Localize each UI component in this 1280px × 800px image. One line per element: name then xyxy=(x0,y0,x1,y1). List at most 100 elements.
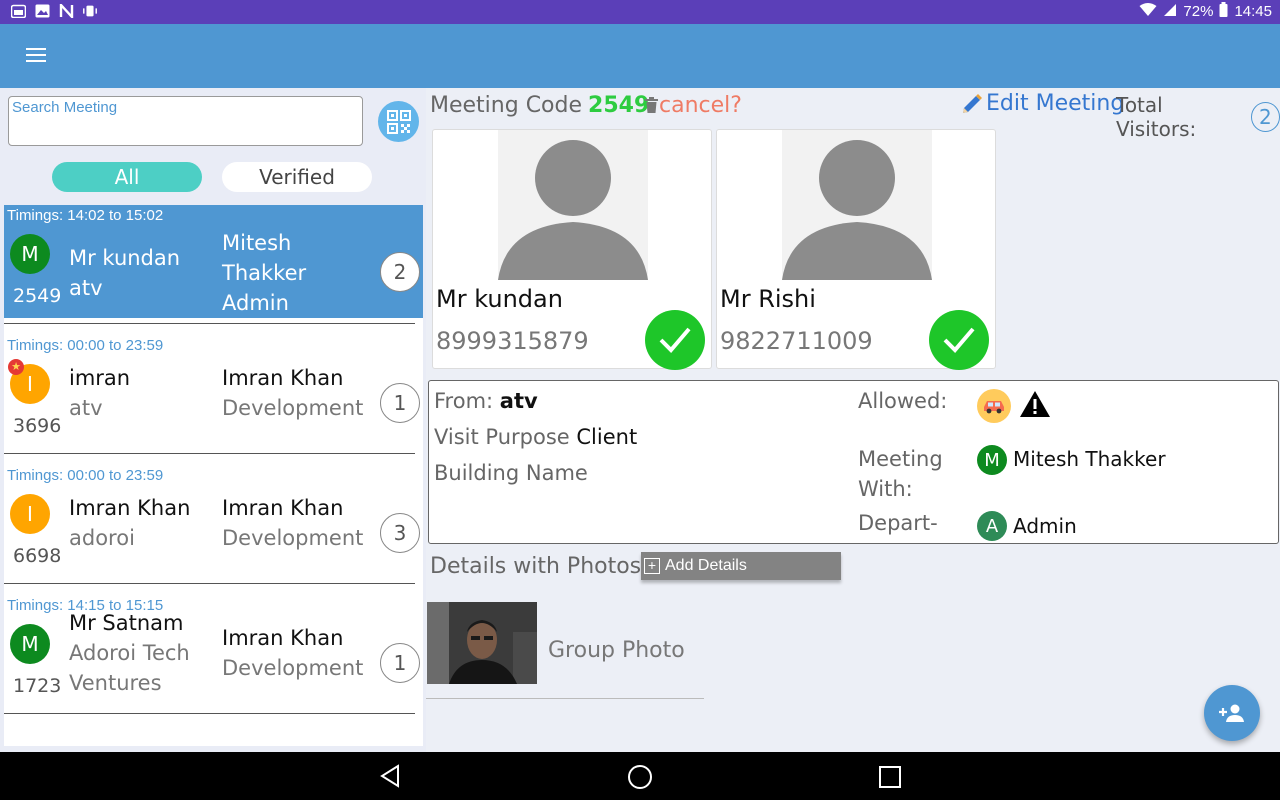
visitor-count-badge: 1 xyxy=(380,643,420,683)
star-icon: ★ xyxy=(8,359,24,375)
from-value: atv xyxy=(499,389,538,413)
divider xyxy=(426,698,704,699)
meeting-with-label: Meeting With: xyxy=(858,447,943,501)
host-name: Imran Khan xyxy=(222,366,344,390)
calendar-icon xyxy=(10,3,26,19)
visitor-card[interactable]: Mr Rishi 9822711009 xyxy=(716,129,996,370)
meeting-avatar: M xyxy=(10,234,50,274)
system-nav-bar xyxy=(0,752,1280,800)
status-bar: 72% 14:45 xyxy=(0,0,1280,24)
visitor-name: Mr Rishi xyxy=(720,285,816,313)
avatar-placeholder-icon xyxy=(782,130,932,280)
search-box[interactable] xyxy=(8,96,363,146)
meeting-avatar: I xyxy=(10,494,50,534)
meeting-code: 3696 xyxy=(13,415,62,437)
pencil-icon xyxy=(963,93,982,113)
host-department: Admin xyxy=(222,291,289,315)
home-icon[interactable] xyxy=(627,764,653,794)
host-department: Development xyxy=(222,656,364,680)
edit-meeting-label: Edit Meeting xyxy=(986,91,1125,116)
details-with-photos-title: Details with Photos xyxy=(430,554,642,579)
group-photo-thumbnail[interactable] xyxy=(427,602,537,684)
visitor-phone: 9822711009 xyxy=(720,327,873,355)
visitor-company: atv xyxy=(69,276,103,300)
trash-icon xyxy=(645,97,658,113)
purpose-value: Client xyxy=(576,425,638,449)
purpose-label: Visit Purpose xyxy=(434,425,570,449)
visitor-company: adoroi xyxy=(69,526,135,550)
signal-icon xyxy=(1163,3,1177,21)
meeting-code: 2549 xyxy=(13,285,62,307)
host-name: Imran Khan xyxy=(222,626,344,650)
divider xyxy=(4,713,415,714)
meeting-code: 1723 xyxy=(13,675,62,697)
verified-check-icon xyxy=(645,310,705,370)
cancel-label: cancel? xyxy=(659,93,742,118)
meeting-timing: Timings: 00:00 to 23:59 xyxy=(7,337,164,354)
battery-level: 72% xyxy=(1183,3,1214,20)
visitor-phone: 8999315879 xyxy=(436,327,589,355)
divider xyxy=(4,453,415,454)
total-visitors-label: Total Visitors: xyxy=(1116,93,1197,141)
back-icon[interactable] xyxy=(378,764,402,792)
total-visitors-count: 2 xyxy=(1250,102,1280,132)
divider xyxy=(4,323,415,324)
cancel-meeting-button[interactable]: cancel? xyxy=(644,93,742,118)
filter-all-tab[interactable]: All xyxy=(52,162,202,192)
hamburger-menu-icon[interactable] xyxy=(26,48,46,64)
host-department: Development xyxy=(222,396,364,420)
host-name: Mitesh Thakker xyxy=(222,231,307,285)
vibrate-icon xyxy=(82,3,98,19)
verified-check-icon xyxy=(929,310,989,370)
qr-scan-button[interactable] xyxy=(378,101,419,142)
meeting-card[interactable]: Timings: 14:02 to 15:02 M 2549 Mr kundan… xyxy=(4,205,423,324)
add-details-button[interactable]: + Add Details xyxy=(641,552,841,580)
clock: 14:45 xyxy=(1234,3,1272,20)
avatar-placeholder-icon xyxy=(498,130,648,280)
host-name: Imran Khan xyxy=(222,496,344,520)
purpose-row: Visit Purpose Client xyxy=(434,425,637,449)
meeting-card[interactable]: Timings: 00:00 to 23:59 ★ I 3696 imran a… xyxy=(4,335,423,454)
qr-code-icon xyxy=(386,109,411,134)
image-icon xyxy=(34,3,50,19)
n-icon xyxy=(58,3,74,19)
search-input[interactable] xyxy=(9,98,362,117)
meeting-card[interactable]: Timings: 00:00 to 23:59 I 6698 Imran Kha… xyxy=(4,465,423,584)
meeting-details-box: From: atv Visit Purpose Client Building … xyxy=(428,380,1279,544)
department-value: Admin xyxy=(1013,514,1077,538)
add-details-label: Add Details xyxy=(665,557,747,574)
building-label: Building Name xyxy=(434,461,588,485)
group-photo-label: Group Photo xyxy=(548,638,685,663)
app-bar xyxy=(0,24,1280,88)
car-icon xyxy=(977,389,1011,423)
edit-meeting-button[interactable]: Edit Meeting xyxy=(960,91,1124,116)
meeting-list[interactable]: Timings: 14:02 to 15:02 M 2549 Mr kundan… xyxy=(4,205,423,746)
wifi-icon xyxy=(1139,2,1157,21)
divider xyxy=(4,583,415,584)
visitor-company: atv xyxy=(69,396,103,420)
meeting-card[interactable]: Timings: 14:15 to 15:15 M 1723 Mr Satnam… xyxy=(4,595,423,714)
meeting-timing: Timings: 00:00 to 23:59 xyxy=(7,467,164,484)
visitor-count-badge: 1 xyxy=(380,383,420,423)
visitor-card[interactable]: Mr kundan 8999315879 xyxy=(432,129,712,370)
visitor-name: Mr kundan xyxy=(436,285,563,313)
visitor-count-badge: 2 xyxy=(380,252,420,292)
recents-icon[interactable] xyxy=(878,765,902,793)
filter-verified-tab[interactable]: Verified xyxy=(222,162,372,192)
visitor-company: Adoroi Tech Ventures xyxy=(69,641,190,695)
from-row: From: atv xyxy=(434,389,538,413)
meeting-code: 6698 xyxy=(13,545,62,567)
meeting-code-line: Meeting Code 2549 xyxy=(430,93,649,118)
host-department: Development xyxy=(222,526,364,550)
meeting-list-panel: All Verified Timings: 14:02 to 15:02 M 2… xyxy=(0,88,426,752)
host-avatar: M xyxy=(977,445,1007,475)
visitor-name: Mr kundan xyxy=(69,246,181,270)
plus-icon: + xyxy=(644,558,660,574)
meeting-avatar: M xyxy=(10,624,50,664)
add-person-icon xyxy=(1219,704,1244,722)
from-label: From: xyxy=(434,389,494,413)
add-visitor-button[interactable] xyxy=(1204,685,1260,741)
department-avatar: A xyxy=(977,511,1007,541)
meeting-detail-panel: Meeting Code 2549 cancel? Edit Meeting To… xyxy=(426,88,1280,752)
department-label: Depart- xyxy=(858,511,938,535)
